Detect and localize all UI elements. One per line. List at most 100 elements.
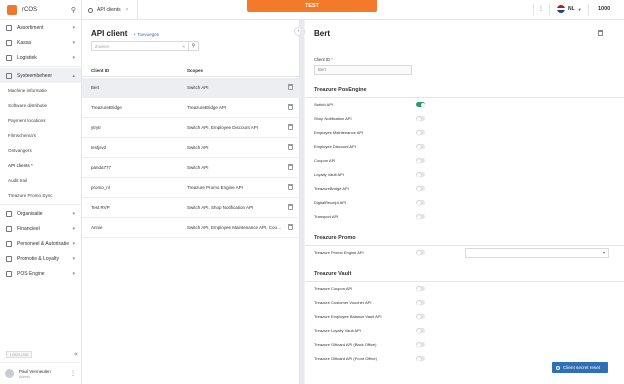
table-row[interactable]: promo_nl Treazure Promo Engine API [82,178,300,198]
language-selector[interactable]: NL ▼ [557,5,582,13]
add-button[interactable]: + Toevoegen [133,32,159,37]
user-menu-icon[interactable]: ⋮ [70,370,76,377]
store-number[interactable]: 1000 [598,6,610,12]
delete-icon[interactable] [288,224,293,230]
scope-toggle-transport-api[interactable] [416,214,425,219]
truck-icon [6,54,12,61]
scope-toggle-treazure-promo-engine-api[interactable] [416,250,425,255]
scrollbar[interactable] [300,20,304,384]
client-id-field[interactable]: Bert [314,65,412,75]
sidebar: rCOS ⚲ Assortiment ▾ Kassa ▾ Logistiek ▾ Syst… [0,0,82,384]
scope-toggle-switch-api[interactable] [416,102,425,107]
scope-toggle-coupon-api[interactable] [416,158,425,163]
table-row[interactable]: Annie Switch API, Employee Maintenance AP… [82,218,300,238]
tab-api-clients[interactable]: API clients × [82,0,138,20]
scope-toggle-treazurebridge-api[interactable] [416,186,425,191]
client-detail-panel: Bert Client ID * Bert Treazure PosEngine… [305,20,624,384]
sidebar-subitem-software-distributie[interactable]: Software distributie [0,98,81,113]
sidebar-item-financieel[interactable]: Financieel ▾ [0,221,81,236]
scope-toggle-treazure-coupon-api[interactable] [416,286,425,291]
collapse-sidebar-icon[interactable]: « [74,350,78,359]
scope-toggle-loyalty-vault-api[interactable] [416,172,425,177]
delete-icon[interactable] [598,30,603,36]
more-menu-icon[interactable]: ⋮ [538,5,544,12]
scope-label: DigitalReceipt API [314,200,347,205]
sidebar-item-label: POS Engine [17,270,45,277]
section-treazure-promo: Treazure Promo [305,230,624,246]
table-row[interactable]: panda777 Switch API [82,158,300,178]
scope-toggle-treazure-giftcard-api-back-office[interactable] [416,342,425,347]
search-icon[interactable]: ⚲ [71,6,76,14]
sidebar-item-label: Promotie & Loyalty [17,255,59,262]
scope-label: Loyalty Vault API [314,172,344,177]
delete-icon[interactable] [288,164,293,170]
scope-toggle-treazure-loyalty-vault-api[interactable] [416,328,425,333]
delete-icon[interactable] [288,84,293,90]
table-row[interactable]: Test RVP Switch API, Shop Notification AP… [82,198,300,218]
sidebar-subitem-payment-locations[interactable]: Payment locations [0,113,81,128]
chevron-down-icon: ▾ [72,39,75,46]
sidebar-item-kassa[interactable]: Kassa ▾ [0,35,81,50]
section-title: Treazure Promo [314,235,356,241]
sidebar-subitem-ontvangers[interactable]: Ontvangers [0,143,81,158]
sidebar-item-promotie-loyalty[interactable]: Promotie & Loyalty ▾ [0,251,81,266]
delete-icon[interactable] [288,104,293,110]
page-title: API client [91,29,128,38]
close-icon[interactable]: × [126,7,129,13]
sidebar-subitem-treazure-promo-sync[interactable]: Treazure Promo Sync [0,188,81,203]
scope-toggle-shop-notification-api[interactable] [416,116,425,121]
search-input[interactable]: Zoeken × ⚲ [91,41,199,51]
scope-label: Employee Discount API [314,144,356,149]
user-name: Paul Vermeulen [19,368,51,374]
environment-banner: TEST [247,0,377,12]
scope-toggle-employee-maintenance-api[interactable] [416,130,425,135]
delete-icon[interactable] [288,124,293,130]
sidebar-subitem-filmschema-s[interactable]: Filmschema's [0,128,81,143]
sidebar-item-organisatie[interactable]: Organisatie ▾ [0,206,81,221]
sidebar-subitem-audit-trail[interactable]: Audit trail [0,173,81,188]
search-icon[interactable]: ⚲ [188,42,198,50]
scope-toggle-treazure-employee-balance-vault-api[interactable] [416,314,425,319]
people-icon [6,240,12,247]
scope-toggle-treazure-customer-voucher-api[interactable] [416,300,425,305]
reset-icon [556,365,560,370]
sidebar-item-label: Financieel [17,225,40,232]
sidebar-item-personeel-autorisatie[interactable]: Personeel & Autorisatie ▾ [0,236,81,251]
sidebar-subitem-api-clients[interactable]: API clients * [0,158,81,173]
user-role: Admin [19,374,30,379]
sidebar-item-label: Systeembeheer [17,72,53,79]
chevron-up-icon: ▴ [72,72,75,79]
scope-toggle-digitalreceipt-api[interactable] [416,200,425,205]
table-row[interactable]: testjsv2 Switch API [82,138,300,158]
delete-icon[interactable] [288,184,293,190]
scope-toggle-treazure-giftcard-api-front-office[interactable] [416,356,425,361]
delete-icon[interactable] [288,144,293,150]
table-row[interactable]: ytrytr Switch API, Employee Discount API [82,118,300,138]
sidebar-item-pos-engine[interactable]: POS Engine ▾ [0,266,81,281]
col-scopes[interactable]: Scopes [187,68,203,73]
chevron-down-icon: ▾ [72,210,75,217]
section-treazure-posengine: Treazure PosEngine [305,82,624,98]
sidebar-item-logistiek[interactable]: Logistiek ▾ [0,50,81,65]
scope-toggle-employee-discount-api[interactable] [416,144,425,149]
sidebar-item-systeembeheer[interactable]: Systeembeheer ▴ [0,68,81,83]
col-client-id[interactable]: Client ID [91,68,109,73]
client-secret-reset-button[interactable]: Client secret reset [552,362,608,373]
table-row[interactable]: Bert Switch API [82,78,300,98]
chevron-down-icon: ▼ [577,6,582,12]
sidebar-item-assortiment[interactable]: Assortiment ▾ [0,20,81,35]
promo-engine-select[interactable]: ▾ [465,248,609,258]
clear-icon[interactable]: × [182,44,185,49]
avatar [5,369,14,378]
user-profile[interactable]: Paul Vermeulen Admin ⋮ [0,362,82,384]
table-row[interactable]: TreazureBridge TreazureBridge API [82,98,300,118]
chevron-down-icon: ▾ [602,250,605,255]
section-title: Treazure PosEngine [314,87,367,93]
scopes-cell: Switch API [187,85,209,90]
api-client-list-panel: API client + Toevoegen ‹ › Zoeken × ⚲ Cl… [82,20,313,384]
delete-icon[interactable] [288,204,293,210]
tab-label: API clients [97,7,121,13]
table-header: Client ID Scopes [82,65,300,77]
client-id-cell: testjsv2 [91,145,107,150]
sidebar-subitem-machine-informatie[interactable]: Machine informatie [0,83,81,98]
